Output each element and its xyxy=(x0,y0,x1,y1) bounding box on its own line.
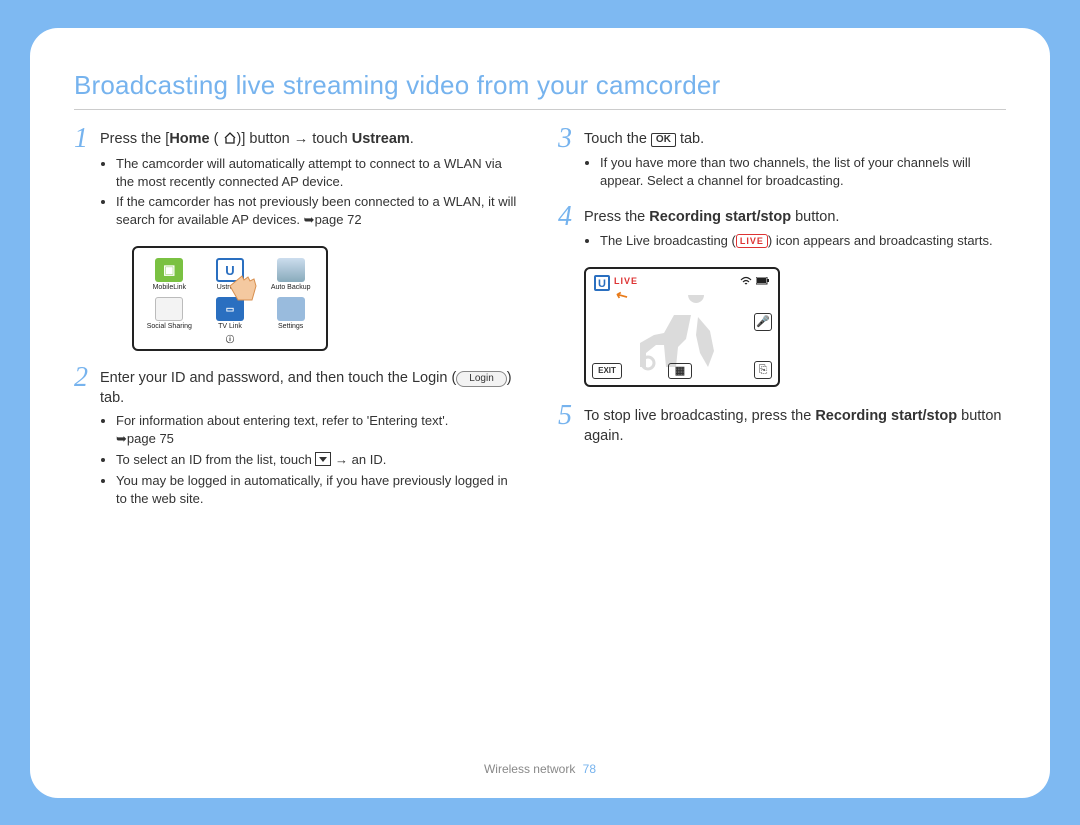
bullet: The Live broadcasting (LIVE) icon appear… xyxy=(600,232,1006,250)
menu-item-tvlink: ▭TV Link xyxy=(203,297,258,330)
page-title: Broadcasting live streaming video from y… xyxy=(74,70,1006,101)
dropdown-icon xyxy=(315,452,331,466)
step-number: 3 xyxy=(558,128,584,192)
page-ref-icon: ➥ xyxy=(304,212,315,227)
footer-section: Wireless network xyxy=(484,762,575,776)
step-lead: Touch the OK tab. xyxy=(584,130,1006,150)
step-number: 4 xyxy=(558,206,584,253)
status-icons xyxy=(740,276,770,289)
step-number: 5 xyxy=(558,405,584,450)
step-bullets: For information about entering text, ref… xyxy=(116,412,522,508)
bullet: If you have more than two channels, the … xyxy=(600,154,1006,190)
step-body: To stop live broadcasting, press the Rec… xyxy=(584,405,1006,450)
step-lead: Press the Recording start/stop button. xyxy=(584,208,1006,228)
gallery-button-graphic: ▦ xyxy=(668,363,692,379)
cursor-arrow-icon: ↖ xyxy=(613,285,632,306)
info-icon: ⓘ xyxy=(142,334,318,345)
bullet: To select an ID from the list, touch → a… xyxy=(116,451,522,469)
person-silhouette xyxy=(636,295,736,373)
step-1: 1 Press the [Home ( )] button → touch Us… xyxy=(74,128,522,232)
exit-door-icon: ⎘ xyxy=(754,361,772,379)
manual-page: Broadcasting live streaming video from y… xyxy=(30,28,1050,798)
autobackup-icon xyxy=(277,258,305,282)
menu-item-mobilelink: ▣MobileLink xyxy=(142,258,197,291)
menu-item-ustream: UUstream xyxy=(203,258,258,291)
step-bullets: The Live broadcasting (LIVE) icon appear… xyxy=(600,232,1006,250)
step-number: 2 xyxy=(74,367,100,511)
bullet: You may be logged in automatically, if y… xyxy=(116,472,522,508)
menu-item-settings: Settings xyxy=(263,297,318,330)
page-number: 78 xyxy=(583,762,596,776)
page-footer: Wireless network 78 xyxy=(30,762,1050,776)
step-body: Press the Recording start/stop button. T… xyxy=(584,206,1006,253)
live-text: LIVE xyxy=(614,276,638,286)
ustream-badge: U xyxy=(594,275,610,291)
menu-item-socialsharing: Social Sharing xyxy=(142,297,197,330)
step-body: Press the [Home ( )] button → touch Ustr… xyxy=(100,128,522,232)
ustream-icon: U xyxy=(216,258,244,282)
ok-button-graphic: OK xyxy=(651,133,676,147)
live-badge-graphic: LIVE xyxy=(736,234,768,248)
page-ref-icon: ➥ xyxy=(116,431,127,446)
content-columns: 1 Press the [Home ( )] button → touch Us… xyxy=(74,128,1006,525)
step-4: 4 Press the Recording start/stop button.… xyxy=(558,206,1006,253)
menu-item-autobackup: Auto Backup xyxy=(263,258,318,291)
right-column: 3 Touch the OK tab. If you have more tha… xyxy=(558,128,1006,525)
step-lead: Enter your ID and password, and then tou… xyxy=(100,369,522,408)
step-bullets: The camcorder will automatically attempt… xyxy=(116,155,522,230)
step-number: 1 xyxy=(74,128,100,232)
live-broadcast-illustration: U LIVE ↖ 🎤 ⎘ EXIT ▦ xyxy=(584,267,780,387)
home-icon xyxy=(223,131,237,151)
step-3: 3 Touch the OK tab. If you have more tha… xyxy=(558,128,1006,192)
bullet: For information about entering text, ref… xyxy=(116,412,522,448)
step-5: 5 To stop live broadcasting, press the R… xyxy=(558,405,1006,450)
mic-button-graphic: 🎤 xyxy=(754,313,772,331)
mobilelink-icon: ▣ xyxy=(155,258,183,282)
step-2: 2 Enter your ID and password, and then t… xyxy=(74,367,522,511)
step-body: Enter your ID and password, and then tou… xyxy=(100,367,522,511)
exit-button-graphic: EXIT xyxy=(592,363,622,379)
home-menu-illustration: ▣MobileLink UUstream Auto Backup Social … xyxy=(132,246,328,351)
step-lead: Press the [Home ( )] button → touch Ustr… xyxy=(100,130,522,151)
login-button-graphic: Login xyxy=(456,371,506,387)
left-column: 1 Press the [Home ( )] button → touch Us… xyxy=(74,128,522,525)
settings-icon xyxy=(277,297,305,321)
tvlink-icon: ▭ xyxy=(216,297,244,321)
battery-icon xyxy=(756,277,770,288)
socialsharing-icon xyxy=(155,297,183,321)
wifi-icon xyxy=(740,276,752,289)
divider xyxy=(74,109,1006,110)
step-lead: To stop live broadcasting, press the Rec… xyxy=(584,407,1006,446)
step-body: Touch the OK tab. If you have more than … xyxy=(584,128,1006,192)
step-bullets: If you have more than two channels, the … xyxy=(600,154,1006,190)
menu-grid: ▣MobileLink UUstream Auto Backup Social … xyxy=(142,258,318,330)
bullet: The camcorder will automatically attempt… xyxy=(116,155,522,191)
bullet: If the camcorder has not previously been… xyxy=(116,193,522,229)
